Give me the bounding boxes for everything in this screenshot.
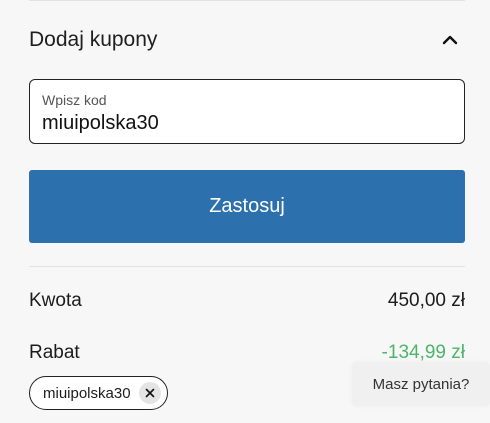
applied-coupon-chip: miuipolska30 [29,376,168,410]
apply-coupon-button[interactable]: Zastosuj [29,170,465,243]
coupon-code-field[interactable]: Wpisz kod [29,79,465,144]
chevron-up-icon[interactable] [435,25,465,55]
coupon-code-input[interactable] [42,112,452,135]
coupon-section-title: Dodaj kupony [29,28,158,51]
coupon-section-header[interactable]: Dodaj kupony [29,22,465,58]
help-chat-label: Masz pytania? [372,375,470,393]
checkout-coupon-panel: Dodaj kupony Wpisz kod Zastosuj Kwota 45… [0,0,490,423]
discount-row: Rabat -134,99 zł [29,342,465,364]
discount-label: Rabat [29,342,80,363]
help-chat-button[interactable]: Masz pytania? [352,362,490,406]
close-icon[interactable] [138,382,161,404]
amount-row: Kwota 450,00 zł [29,290,465,312]
applied-coupon-code: miuipolska30 [43,384,131,402]
divider [29,0,465,1]
amount-label: Kwota [29,290,82,311]
divider [29,266,465,267]
coupon-code-label: Wpisz kod [42,92,107,108]
amount-value: 450,00 zł [387,290,465,311]
discount-value: -134,99 zł [381,342,465,363]
